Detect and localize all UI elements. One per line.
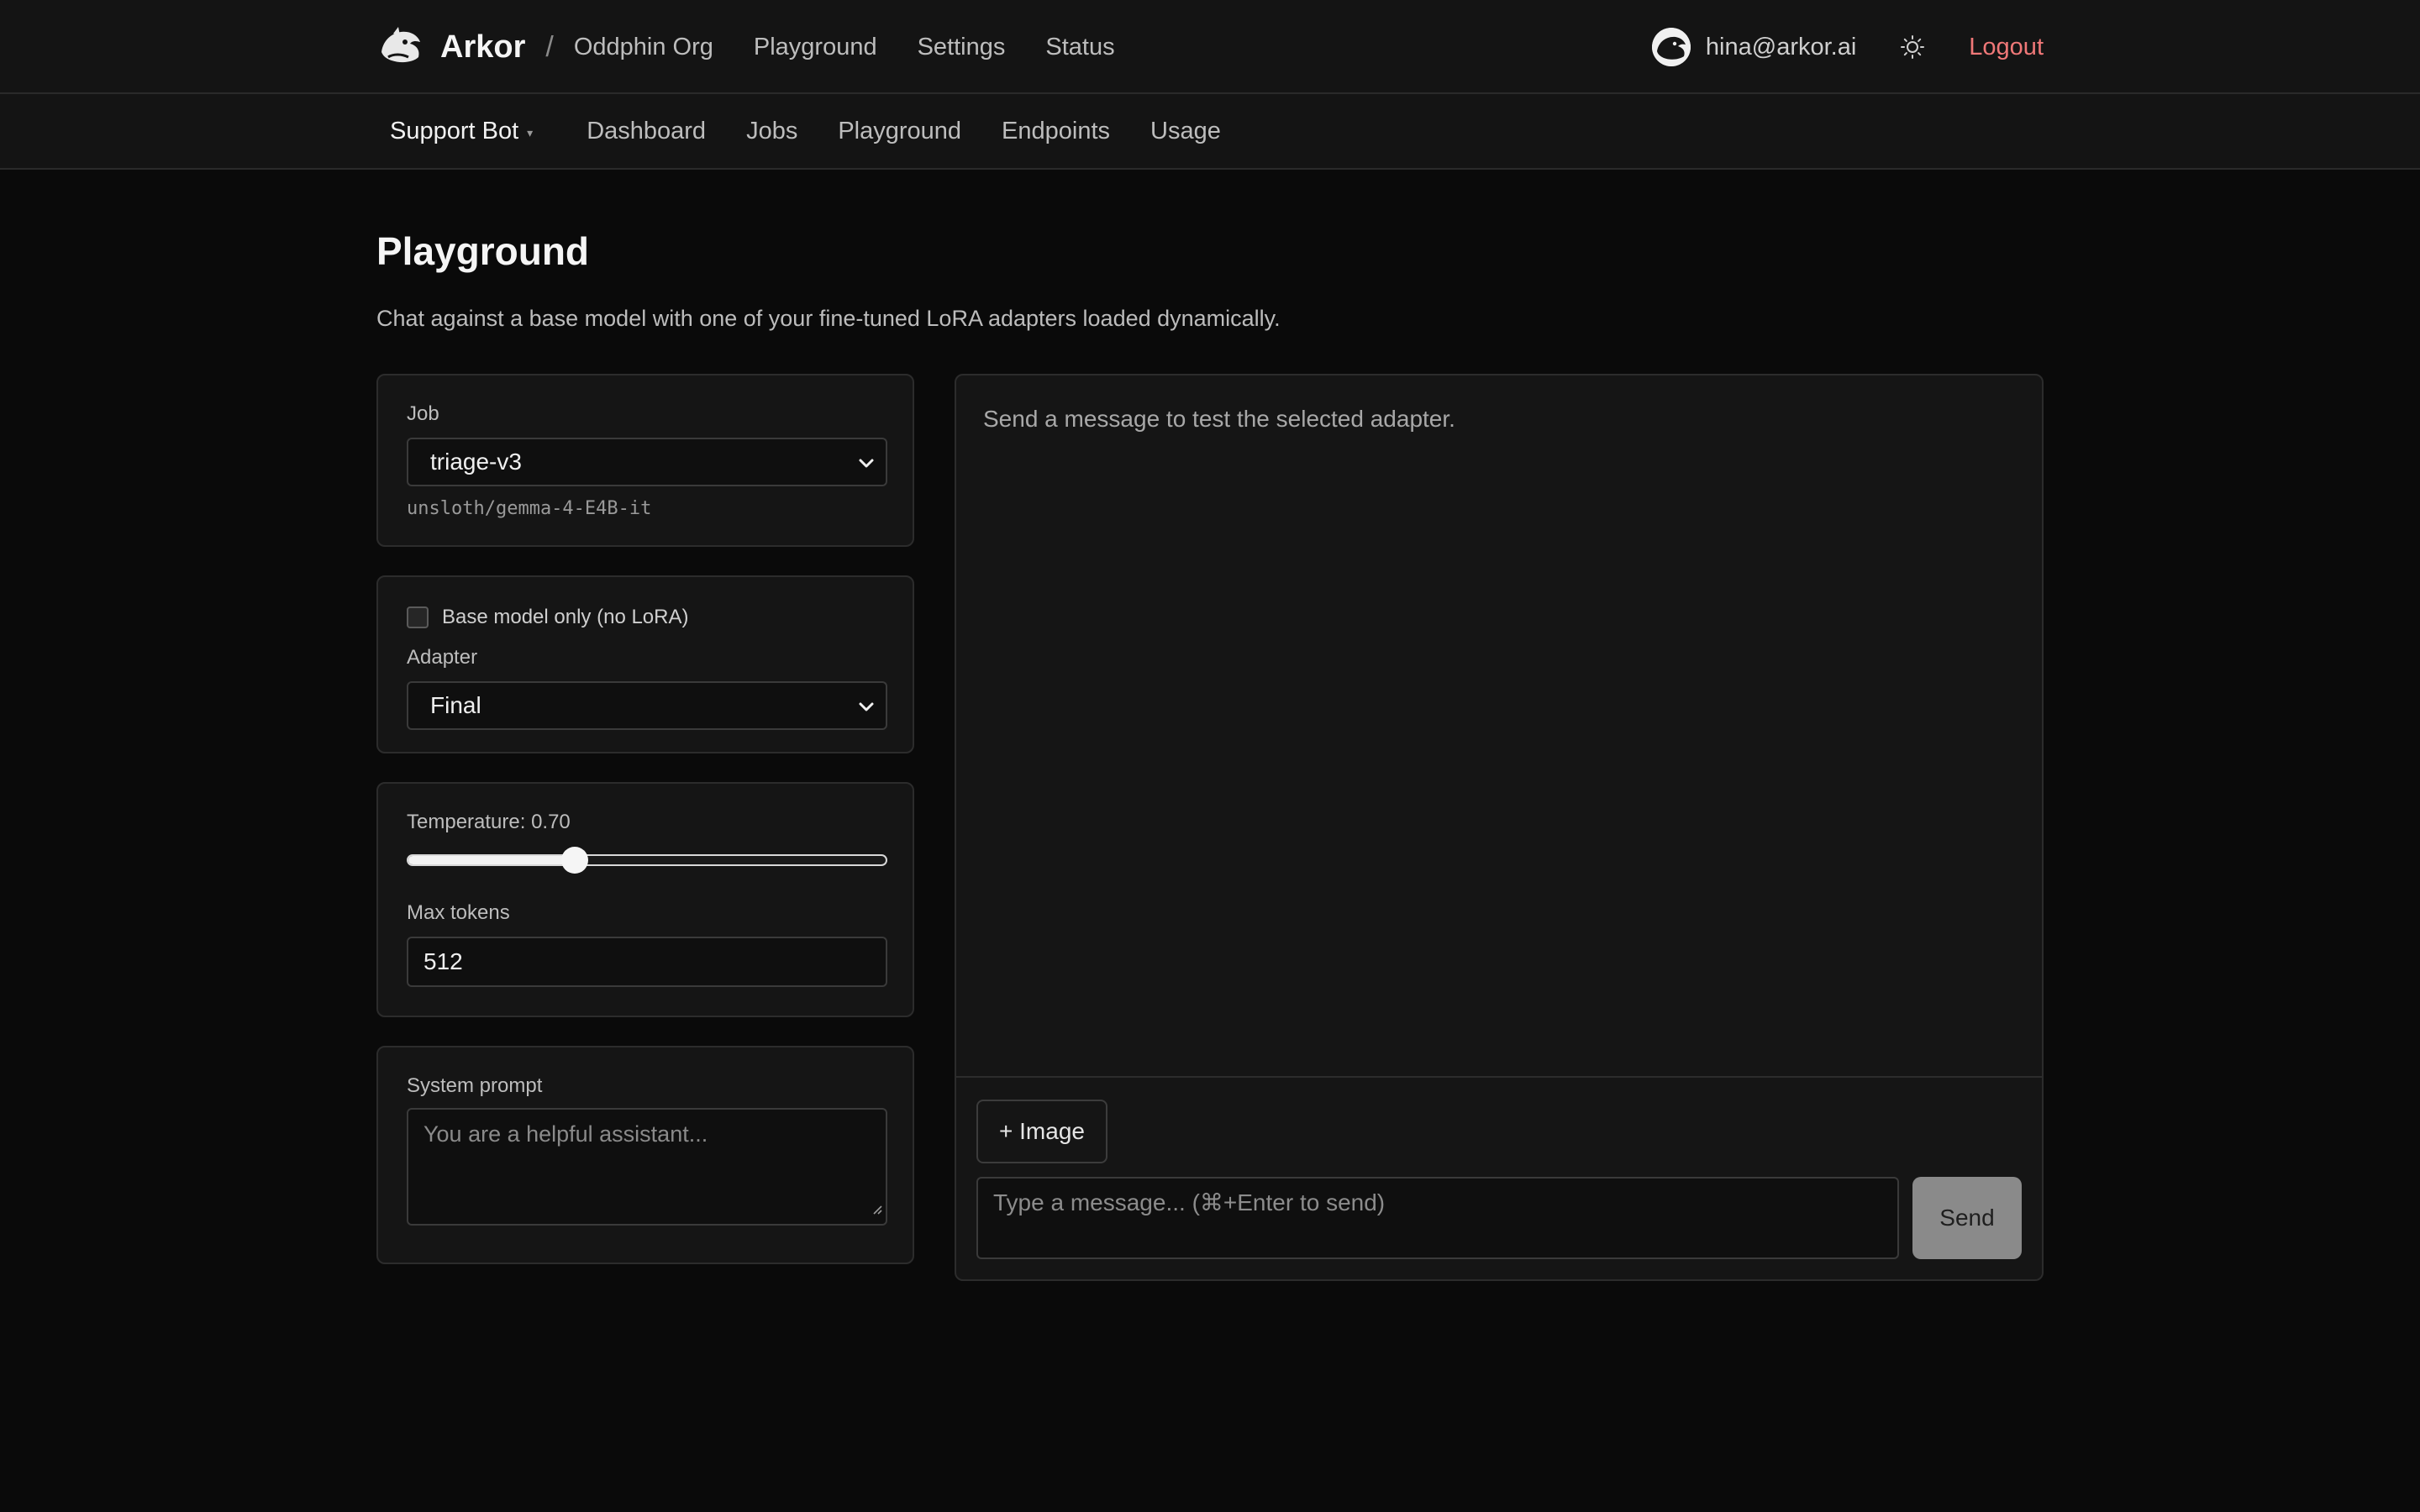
job-select[interactable]: triage-v3 (407, 438, 887, 486)
temperature-label: Temperature: 0.70 (407, 811, 571, 833)
page-description: Chat against a base model with one of yo… (376, 306, 1281, 331)
chat-empty-state: Send a message to test the selected adap… (983, 406, 1455, 432)
job-base-model: unsloth/gemma-4-E4B-it (407, 498, 652, 519)
org-name[interactable]: Oddphin Org (574, 34, 713, 61)
system-prompt-textarea[interactable]: You are a helpful assistant... (407, 1108, 887, 1226)
playground-layout: Job triage-v3 unsloth/gemma-4-E4B-it Bas… (376, 374, 2044, 1281)
dolphin-avatar-icon[interactable] (1651, 28, 1691, 66)
system-prompt-placeholder: You are a helpful assistant... (424, 1121, 708, 1147)
chevron-down-icon (854, 451, 879, 482)
chevron-down-icon (854, 695, 879, 726)
temperature-slider-track (407, 854, 887, 866)
base-only-checkbox[interactable] (407, 606, 429, 628)
system-prompt-card: System prompt You are a helpful assistan… (376, 1046, 914, 1264)
project-nav-endpoints[interactable]: Endpoints (1002, 118, 1110, 145)
temperature-slider[interactable] (407, 846, 887, 874)
base-only-label[interactable]: Base model only (no LoRA) (442, 606, 688, 629)
project-nav-dashboard[interactable]: Dashboard (587, 118, 706, 145)
top-nav-settings[interactable]: Settings (918, 34, 1006, 61)
logout-link[interactable]: Logout (1969, 34, 2044, 61)
page-title: Playground (376, 229, 590, 273)
main-content: Playground Chat against a base model wit… (376, 170, 2044, 1281)
adapter-select-value: Final (430, 692, 481, 718)
project-navbar-inner: Support Bot ▾ Dashboard Jobs Playground … (390, 94, 1221, 168)
message-input-placeholder: Type a message... (⌘+Enter to send) (993, 1189, 1386, 1215)
caret-down-icon: ▾ (527, 125, 534, 139)
job-label: Job (407, 402, 439, 425)
chat-divider (956, 1076, 2042, 1078)
project-name: Support Bot (390, 117, 519, 144)
chat-panel: Send a message to test the selected adap… (955, 374, 2044, 1281)
dolphin-logo-icon[interactable] (376, 24, 424, 71)
params-card: Temperature: 0.70 Max tokens 512 (376, 782, 914, 1017)
temperature-slider-fill (408, 856, 577, 864)
system-prompt-label: System prompt (407, 1074, 543, 1097)
brand[interactable]: Arkor (376, 24, 525, 71)
sun-icon[interactable] (1898, 33, 1927, 61)
job-card: Job triage-v3 unsloth/gemma-4-E4B-it (376, 374, 914, 547)
top-navbar-inner: Arkor / Oddphin Org Playground Settings … (376, 0, 2044, 94)
adapter-card: Base model only (no LoRA) Adapter Final (376, 575, 914, 753)
project-switcher[interactable]: Support Bot ▾ (390, 118, 533, 145)
temperature-slider-thumb[interactable] (561, 847, 589, 874)
max-tokens-label: Max tokens (407, 901, 510, 924)
top-nav-status[interactable]: Status (1045, 34, 1114, 61)
project-navbar: Support Bot ▾ Dashboard Jobs Playground … (0, 94, 2420, 170)
send-button[interactable]: Send (1912, 1177, 2022, 1259)
top-navbar: Arkor / Oddphin Org Playground Settings … (0, 0, 2420, 94)
adapter-select[interactable]: Final (407, 681, 887, 730)
brand-name[interactable]: Arkor (440, 29, 525, 66)
project-nav-usage[interactable]: Usage (1150, 118, 1221, 145)
resize-grip-icon[interactable] (869, 1194, 882, 1221)
max-tokens-input[interactable]: 512 (407, 937, 887, 987)
top-nav: Playground Settings Status (754, 34, 1115, 61)
project-nav: Dashboard Jobs Playground Endpoints Usag… (587, 118, 1221, 145)
breadcrumb-separator: / (545, 30, 554, 63)
project-nav-playground[interactable]: Playground (838, 118, 961, 145)
add-image-button[interactable]: + Image (976, 1100, 1107, 1163)
base-only-row[interactable]: Base model only (no LoRA) (407, 606, 884, 629)
top-nav-playground[interactable]: Playground (754, 34, 877, 61)
max-tokens-value: 512 (424, 948, 463, 974)
message-input[interactable]: Type a message... (⌘+Enter to send) (976, 1177, 1899, 1259)
project-nav-jobs[interactable]: Jobs (746, 118, 797, 145)
job-select-value: triage-v3 (430, 449, 522, 475)
adapter-label: Adapter (407, 646, 478, 669)
user-area: hina@arkor.ai Logout (1651, 28, 2044, 66)
user-email[interactable]: hina@arkor.ai (1706, 34, 1856, 61)
